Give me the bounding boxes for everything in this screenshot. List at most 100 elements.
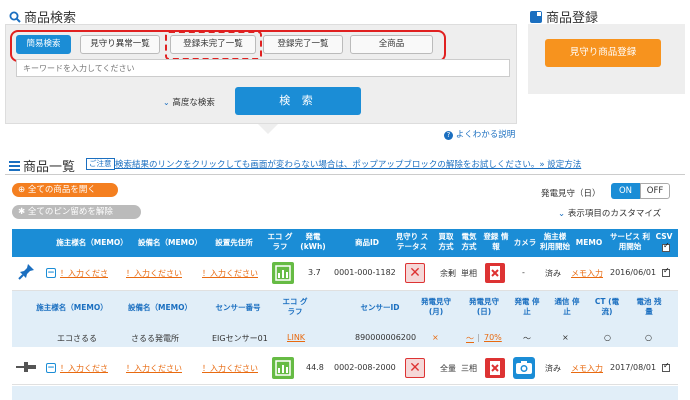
subcol-comm-stop: 通信 停止: [554, 297, 580, 316]
list-title-text: 商品一覧: [23, 160, 76, 175]
col-electric: 電気 方式: [461, 232, 477, 251]
col-product-id: 商品ID: [354, 238, 380, 247]
help-link[interactable]: ? よくわかる説明: [444, 128, 515, 140]
list-icon: [9, 160, 20, 171]
eco-graph-icon[interactable]: [272, 262, 294, 284]
sensor-number: EIGセンサー01: [212, 334, 268, 343]
daily-monitor-link[interactable]: ～: [466, 333, 474, 344]
sensor-table-header: 施主様名（MEMO） 設備名（MEMO） センサー番号 エコ グラフ センサーI…: [12, 293, 678, 321]
subcol-eco-graph: エコ グラフ: [282, 297, 308, 316]
search-button[interactable]: 検 索: [235, 87, 361, 115]
register-icon: [530, 10, 542, 23]
search-icon: [9, 11, 21, 23]
daily-monitor-percent[interactable]: 70%: [484, 333, 502, 342]
customize-columns-link[interactable]: ⌄ 表示項目のカスタマイズ: [558, 207, 661, 219]
sensor-id: 890000006200: [355, 333, 417, 342]
address-link[interactable]: ！入力ください: [202, 268, 258, 279]
generation-kwh: 44.8: [306, 363, 324, 372]
generation-kwh: 3.7: [308, 268, 321, 277]
purchase-method: 全量: [440, 364, 456, 373]
equipment-name-link[interactable]: ！入力ください: [126, 268, 182, 279]
daily-separator: |: [477, 333, 480, 342]
open-all-label: 全ての商品を開く: [27, 185, 96, 195]
owner-start-status: 済み: [545, 364, 561, 373]
csv-row-checkbox[interactable]: [662, 361, 670, 372]
camera-icon[interactable]: [513, 357, 535, 379]
electric-method: 単相: [461, 269, 477, 278]
monthly-monitor-value[interactable]: ×: [432, 333, 439, 342]
help-link-text: よくわかる説明: [455, 130, 516, 140]
pin-icon[interactable]: [18, 262, 36, 283]
subcol-ct: CT (電流): [594, 297, 620, 316]
unpin-all-label: 全てのピン留めを解除: [27, 207, 113, 217]
registration-doc-error-icon[interactable]: [485, 263, 505, 283]
tab-focus-frame: [165, 31, 262, 60]
customize-label: 表示項目のカスタマイズ: [567, 209, 662, 219]
keyword-input[interactable]: [16, 59, 510, 77]
subcol-monthly: 発電見守 (月): [421, 297, 451, 316]
table-header: 施主様名（MEMO） 設備名（MEMO） 設置先住所 エコ グラフ 発電 (kW…: [12, 229, 678, 257]
col-equipment: 設備名（MEMO）: [138, 238, 202, 247]
col-kwh: 発電 (kWh): [300, 232, 326, 251]
eco-graph-link[interactable]: LINK: [287, 333, 305, 342]
owner-name-link[interactable]: ！入力くださ: [60, 363, 108, 374]
toggle-off[interactable]: OFF: [640, 183, 670, 199]
chevron-down-icon: ⌄: [163, 98, 170, 107]
generation-monitor-label: 発電見守（日）: [541, 189, 601, 199]
equipment-name-link[interactable]: ！入力ください: [126, 363, 182, 374]
monitor-status-error-icon[interactable]: ✕: [405, 263, 425, 283]
subcol-daily: 発電見守 (日): [469, 297, 499, 316]
panel-notch: [258, 124, 278, 134]
battery-value: ○: [645, 333, 652, 342]
owner-name-link[interactable]: ！入力くださ: [60, 268, 108, 279]
camera-value: -: [522, 268, 525, 277]
popup-notice-link[interactable]: 検索結果のリンクをクリックしても画面が変わらない場合は、ポップアップブロックの解…: [115, 158, 581, 170]
service-start-date: 2017/08/01: [610, 363, 657, 372]
memo-link[interactable]: メモ入力: [571, 363, 603, 374]
subcol-battery: 電池 残量: [636, 297, 662, 316]
open-all-button[interactable]: ⊕ 全ての商品を開く: [12, 183, 118, 197]
col-owner-start: 施主様 利用開始: [540, 232, 570, 251]
col-owner: 施主様名（MEMO）: [56, 238, 128, 247]
chevron-down-icon: ⌄: [558, 209, 566, 219]
subcol-gen-stop: 発電 停止: [514, 297, 540, 316]
registration-doc-error-icon[interactable]: [485, 358, 505, 378]
list-title: 商品一覧: [9, 156, 75, 175]
notice-badge: ご注意: [86, 158, 115, 170]
col-eco-graph: エコ グラフ: [267, 232, 293, 251]
toggle-on[interactable]: ON: [611, 183, 640, 199]
col-monitor-status: 見守り ステータス: [395, 232, 429, 251]
collapse-row-button[interactable]: −: [46, 268, 56, 278]
sensor-owner-name: エコさるる: [57, 334, 97, 343]
help-icon: ?: [444, 131, 453, 140]
eco-graph-icon[interactable]: [272, 357, 294, 379]
owner-start-status: 済み: [545, 269, 561, 278]
collapse-row-button[interactable]: −: [46, 363, 56, 373]
generation-stop-value: ～: [523, 334, 531, 343]
memo-link[interactable]: メモ入力: [571, 268, 603, 279]
address-link[interactable]: ！入力ください: [202, 363, 258, 374]
sensor-detail-panel-next: [12, 386, 678, 400]
unpin-all-button[interactable]: ✱ 全てのピン留めを解除: [12, 205, 141, 219]
advanced-search-toggle[interactable]: ⌄ 高度な検索: [163, 96, 215, 108]
pin-icon: ✱: [18, 207, 28, 217]
col-registration: 登録 情報: [483, 232, 509, 251]
service-start-date: 2016/06/01: [610, 268, 657, 277]
ct-value: ○: [604, 333, 611, 342]
product-id: 0001-000-1182: [334, 268, 396, 277]
col-camera: カメラ: [513, 238, 537, 247]
plus-icon: ⊕: [18, 185, 28, 195]
subcol-sensor-no: センサー番号: [215, 303, 261, 312]
subcol-owner: 施主様名（MEMO）: [36, 303, 108, 312]
purchase-method: 余剰: [440, 269, 456, 278]
register-product-button[interactable]: 見守り商品登録: [545, 39, 661, 67]
csv-row-checkbox[interactable]: [662, 266, 670, 277]
csv-select-all-checkbox[interactable]: [662, 241, 670, 252]
col-memo: MEMO: [575, 238, 603, 247]
unpinned-pin-icon[interactable]: [16, 360, 38, 377]
col-purchase: 買取 方式: [438, 232, 454, 251]
subcol-sensor-id: センサーID: [360, 303, 400, 312]
sensor-equipment-name: さるる発電所: [131, 334, 179, 343]
monitor-status-error-icon[interactable]: ✕: [405, 358, 425, 378]
electric-method: 三相: [461, 364, 477, 373]
